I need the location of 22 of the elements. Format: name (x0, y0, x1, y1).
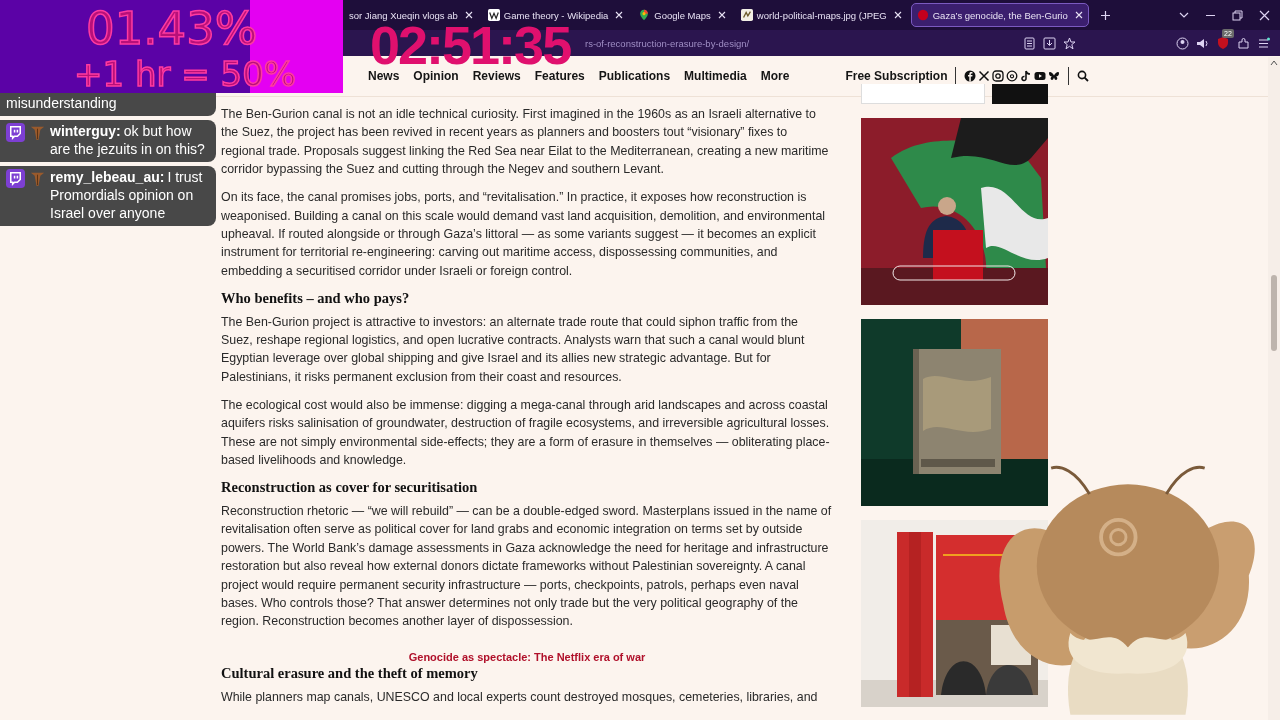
browser-tab[interactable]: Game theory - Wikipedia (481, 3, 630, 27)
article-paragraph: Reconstruction rhetoric — “we will rebuild” — can be a double-edged sword. Masterplans issued in the name of revitalisation often serve as political cover for land grabs and economic integration on terms set by outside powers. The World Bank’s damage assessments in Gaza acknowledge the need for heritage and infrastructure restoration but also reveal how external donors dictate frameworks without Palestinian sovereignty. A canal project would require permanent security infrastructure — ports, checkpoints, patrols, perhaps even naval bases. Who controls those? That answer determines not only trade but the very political geography of the region. Reconstruction becomes another layer of dispossession. (221, 502, 833, 631)
article-paragraph: While planners map canals, UNESCO and local experts count destroyed mosques, cemeteries, libraries, and (221, 688, 819, 706)
chat-text: winterguy: ok but how are the jezuits in on this? (50, 122, 206, 158)
chat-text: misunderstanding (6, 94, 118, 112)
nav-link[interactable]: Multimedia (684, 69, 747, 83)
related-article-link[interactable]: Genocide as spectacle: The Netflix era of war (221, 650, 833, 663)
nav-link[interactable]: More (760, 69, 790, 83)
chat-text: remy_lebeau_au: I trust Promordials opinion on Israel over anyone (50, 168, 204, 222)
browser-tab[interactable]: world-political-maps.jpg (JPEG (734, 3, 908, 27)
article-paragraph: The Ben-Gurion canal is not an idle technical curiosity. First imagined in the 1960s as an Israeli alternative to the Suez, the project has been revived in recent years as planners and boosters tout “visionary” fixes to regional trade. Proposals suggest linking the Red Sea near Eilat to the Mediterranean, creating a new maritime corridor bypassing the Suez and cutting through the Negev and southern Levant. (221, 106, 830, 179)
browser-tab[interactable]: Gaza’s genocide, the Ben-Gurio (910, 3, 1089, 27)
article-paragraph: The ecological cost would also be immense: digging a mega-canal through arid landscapes and across coastal aquifers risks salinisation of groundwater, destruction of fragile ecosystems, and irreversible agricultural losses. These are not simply environmental side-effects; they are a form of erasure in themselves — obliterating place-based livelihoods and knowledge. (221, 396, 831, 469)
url-text[interactable]: rs-of-reconstruction-erasure-by-design/ (585, 37, 750, 49)
browser-tab[interactable]: Google Maps (632, 3, 732, 27)
section-heading: Who benefits – and who pays? (221, 289, 411, 307)
section-heading: Cultural erasure and the theft of memory (221, 664, 479, 682)
section-heading: Reconstruction as cover for securitisation (221, 478, 479, 496)
article-paragraph: The Ben-Gurion project is attractive to investors: an alternate trade route that could siphon traffic from the Suez, reshape regional logistics, and open lucrative contracts. Analysts warn that such a canal would blunt Egyptian leverage over global shipping and give Israel and its allies new strategic advantage. But for Palestinians, it risks permanent exclusion from their coast and resources. (221, 313, 806, 386)
subscribe-link[interactable]: Free Subscription (845, 69, 948, 83)
nav-link[interactable]: Publications (598, 69, 671, 83)
article-paragraph: On its face, the canal promises jobs, ports, and “revitalisation.” In practice, it exposes how reconstruction is weaponised. Building a canal on this scale would demand vast land acquisition, demolition, and environmental upheaval. If routed alongside or through Gaza’s littoral — as some variants suggest — it becomes an explicit instrument for territorial re-engineering: carving out maritime access, dispossessing communities, and embedding a securitised corridor under Israeli or foreign control. (221, 189, 827, 280)
